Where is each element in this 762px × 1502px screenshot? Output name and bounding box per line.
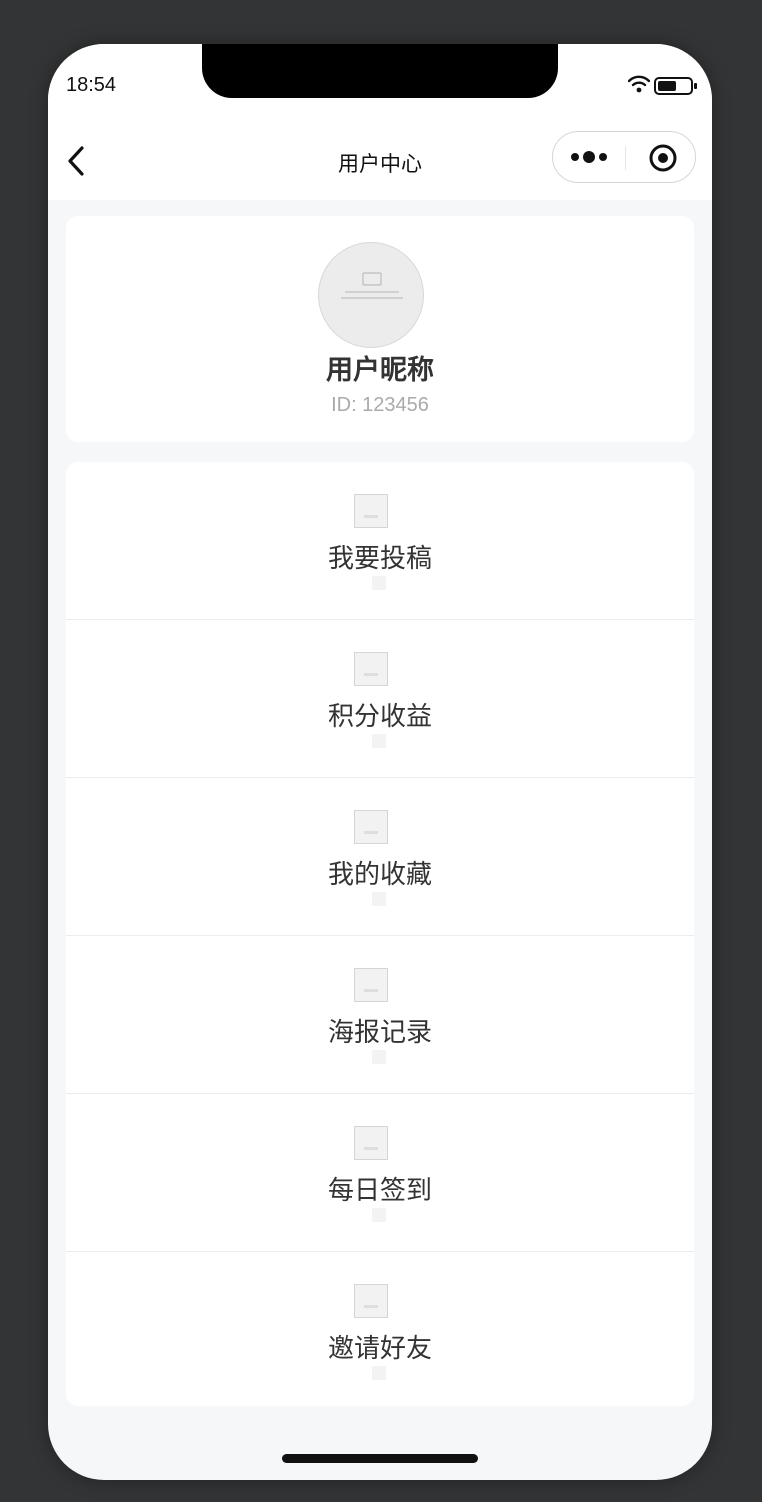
phone-frame: 18:54 用户中心 用户昵称 ID: 123456 我要投稿 积分收益 我的收…: [48, 44, 712, 1480]
profile-card: 用户昵称 ID: 123456: [66, 216, 694, 442]
image-placeholder-icon: [354, 968, 388, 1002]
image-placeholder-icon: [354, 1284, 388, 1318]
menu-item-label: 我要投稿: [327, 543, 432, 573]
menu-item-posters[interactable]: 海报记录: [66, 936, 694, 1094]
mini-program-capsule: [552, 131, 696, 183]
image-placeholder-icon: [372, 1050, 386, 1064]
wifi-icon: [628, 75, 650, 93]
menu-item-points[interactable]: 积分收益: [66, 620, 694, 778]
menu-card: 我要投稿 积分收益 我的收藏 海报记录 每日签到 邀请好友: [66, 462, 694, 1406]
image-placeholder-icon: [354, 810, 388, 844]
avatar[interactable]: [318, 242, 424, 348]
home-indicator[interactable]: [282, 1454, 478, 1463]
close-mini-program-icon[interactable]: [647, 142, 679, 174]
image-placeholder-icon: [341, 272, 403, 299]
nav-bar: 用户中心: [48, 120, 712, 200]
image-placeholder-icon: [372, 734, 386, 748]
menu-item-label: 我的收藏: [327, 859, 432, 889]
menu-item-invite[interactable]: 邀请好友: [66, 1252, 694, 1406]
menu-item-checkin[interactable]: 每日签到: [66, 1094, 694, 1252]
menu-item-submit[interactable]: 我要投稿: [66, 462, 694, 620]
more-menu-icon[interactable]: [569, 146, 613, 168]
menu-item-label: 海报记录: [327, 1017, 432, 1047]
image-placeholder-icon: [354, 1126, 388, 1160]
image-placeholder-icon: [354, 652, 388, 686]
image-placeholder-icon: [354, 494, 388, 528]
menu-item-label: 积分收益: [327, 701, 432, 731]
capsule-divider: [625, 146, 626, 170]
status-time: 18:54: [66, 74, 117, 96]
menu-item-label: 邀请好友: [327, 1333, 432, 1363]
notch: [202, 44, 558, 98]
image-placeholder-icon: [372, 892, 386, 906]
image-placeholder-icon: [372, 1208, 386, 1222]
menu-item-label: 每日签到: [327, 1175, 432, 1205]
user-nickname: 用户昵称: [326, 355, 434, 385]
menu-item-favorites[interactable]: 我的收藏: [66, 778, 694, 936]
image-placeholder-icon: [372, 1366, 386, 1380]
image-placeholder-icon: [372, 576, 386, 590]
user-id: ID: 123456: [331, 394, 429, 416]
battery-icon: [654, 77, 697, 95]
